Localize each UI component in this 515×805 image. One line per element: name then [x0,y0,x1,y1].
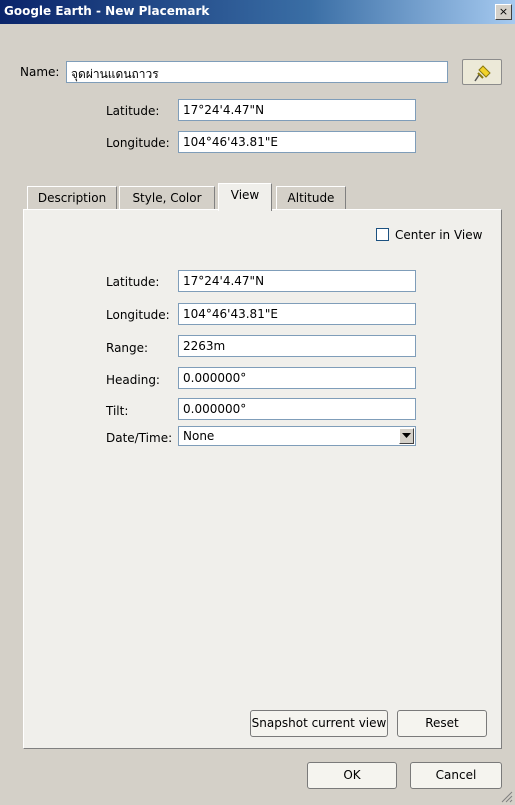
pushpin-icon [474,65,491,82]
range-label: Range: [106,341,149,355]
heading-input[interactable]: 0.000000° [178,367,416,389]
placemark-icon-button[interactable] [462,59,502,85]
resize-grip-icon[interactable] [501,791,513,803]
snapshot-current-view-button[interactable]: Snapshot current view [250,710,388,737]
tab-view[interactable]: View [218,183,272,211]
datetime-dropdown-button[interactable] [399,428,414,444]
window-title: Google Earth - New Placemark [4,4,210,18]
cancel-button[interactable]: Cancel [410,762,502,789]
ok-button[interactable]: OK [307,762,397,789]
tilt-input[interactable]: 0.000000° [178,398,416,420]
view-latitude-label: Latitude: [106,275,160,289]
name-label: Name: [20,65,60,79]
tab-altitude[interactable]: Altitude [276,186,346,210]
reset-button[interactable]: Reset [397,710,487,737]
top-latitude-label: Latitude: [106,104,160,118]
name-input[interactable]: จุดผ่านแดนถาวร [66,61,448,83]
view-longitude-input[interactable]: 104°46'43.81"E [178,303,416,325]
center-in-view-label: Center in View [395,228,483,242]
datetime-selected-value: None [183,429,215,443]
tab-style-color[interactable]: Style, Color [119,186,215,210]
range-input[interactable]: 2263m [178,335,416,357]
datetime-select[interactable]: None [178,426,416,446]
top-longitude-label: Longitude: [106,136,170,150]
chevron-down-icon [402,433,411,438]
center-in-view-checkbox[interactable] [376,228,389,241]
tilt-label: Tilt: [106,404,129,418]
close-button[interactable]: × [495,4,512,20]
top-latitude-input[interactable]: 17°24'4.47"N [178,99,416,121]
heading-label: Heading: [106,373,160,387]
tab-description[interactable]: Description [27,186,117,210]
view-latitude-input[interactable]: 17°24'4.47"N [178,270,416,292]
view-longitude-label: Longitude: [106,308,170,322]
title-bar: Google Earth - New Placemark × [0,0,515,24]
datetime-label: Date/Time: [106,431,173,445]
top-longitude-input[interactable]: 104°46'43.81"E [178,131,416,153]
